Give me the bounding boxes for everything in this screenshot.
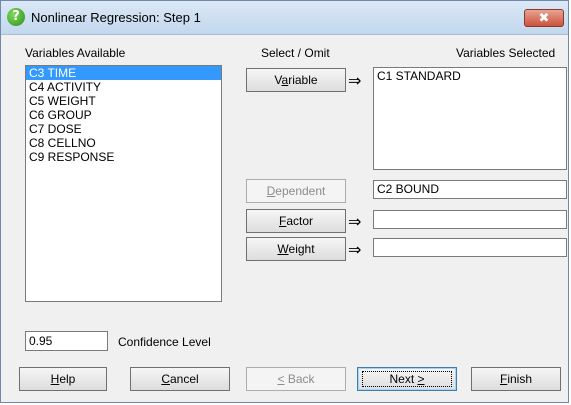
list-item[interactable]: C5 WEIGHT <box>26 94 221 108</box>
cancel-button[interactable]: Cancel <box>130 367 230 391</box>
dependent-field[interactable]: C2 BOUND <box>373 180 567 199</box>
help-icon: ? <box>7 8 25 26</box>
factor-button[interactable]: Factor <box>246 209 346 233</box>
variables-available-label: Variables Available <box>25 46 126 60</box>
next-button[interactable]: Next > <box>357 367 457 391</box>
list-item[interactable]: C4 ACTIVITY <box>26 80 221 94</box>
title-bar: ? Nonlinear Regression: Step 1 ✖ <box>1 1 568 35</box>
confidence-level-label: Confidence Level <box>118 335 211 349</box>
select-omit-label: Select / Omit <box>261 46 330 60</box>
factor-arrow-icon: ⇒ <box>348 212 362 231</box>
back-button: < Back <box>246 367 346 391</box>
list-item[interactable]: C3 TIME <box>26 66 221 80</box>
variables-available-list[interactable]: C3 TIME C4 ACTIVITY C5 WEIGHT C6 GROUP C… <box>25 65 222 302</box>
list-item[interactable]: C8 CELLNO <box>26 136 221 150</box>
dialog-window: ? Nonlinear Regression: Step 1 ✖ Variabl… <box>0 0 569 403</box>
focus-rectangle <box>362 371 452 387</box>
variable-button[interactable]: Variable <box>246 68 346 92</box>
list-item[interactable]: C6 GROUP <box>26 108 221 122</box>
variables-selected-label: Variables Selected <box>456 46 556 60</box>
weight-arrow-icon: ⇒ <box>348 240 362 259</box>
window-title: Nonlinear Regression: Step 1 <box>31 10 201 25</box>
confidence-level-input[interactable]: 0.95 <box>25 331 108 351</box>
list-item[interactable]: C9 RESPONSE <box>26 150 221 164</box>
help-button[interactable]: Help <box>19 367 107 391</box>
weight-button[interactable]: Weight <box>246 237 346 261</box>
factor-field[interactable] <box>373 210 567 229</box>
weight-field[interactable] <box>373 238 567 257</box>
list-item[interactable]: C7 DOSE <box>26 122 221 136</box>
variable-arrow-icon: ⇒ <box>348 71 362 90</box>
finish-button[interactable]: Finish <box>471 367 561 391</box>
close-button[interactable]: ✖ <box>524 9 564 27</box>
variable-selected-field[interactable]: C1 STANDARD <box>373 67 567 170</box>
dependent-button: Dependent <box>246 179 346 203</box>
